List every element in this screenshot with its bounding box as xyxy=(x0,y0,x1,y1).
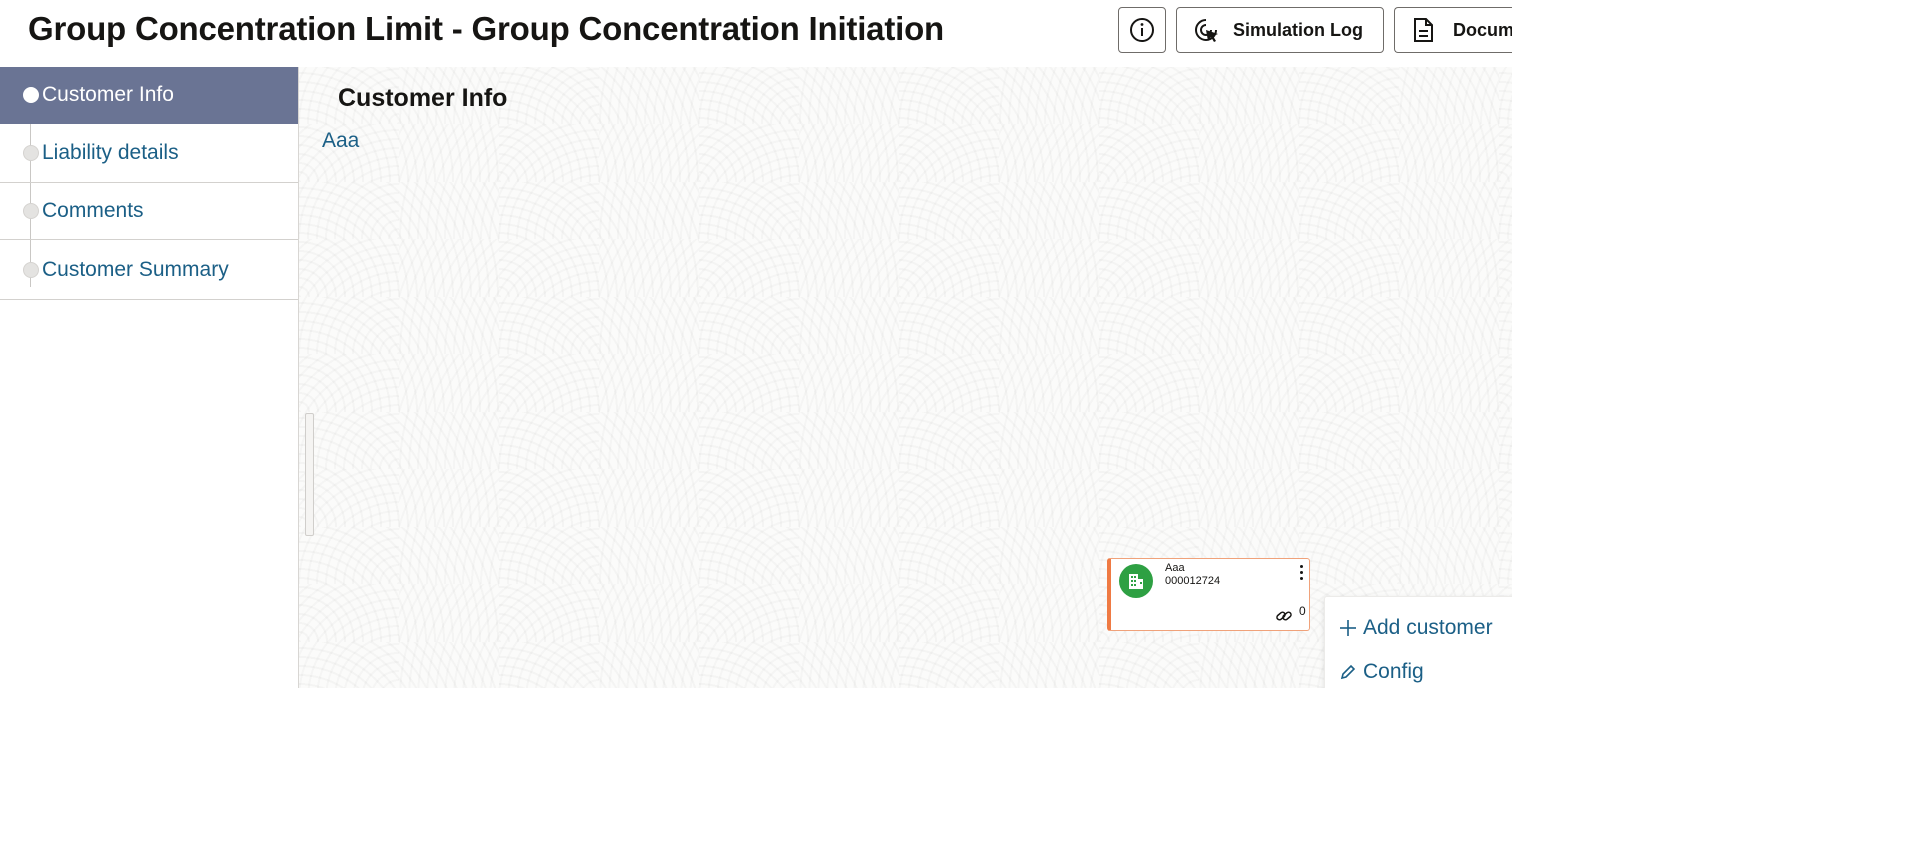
menu-item-label: Add customer xyxy=(1363,616,1493,639)
customer-name: Aaa xyxy=(1165,562,1185,574)
menu-item-label: Config xyxy=(1363,660,1424,683)
info-icon xyxy=(1127,15,1157,45)
simulation-log-label: Simulation Log xyxy=(1233,19,1363,40)
page-header: Group Concentration Limit - Group Concen… xyxy=(0,0,1512,67)
step-label: Comments xyxy=(42,199,144,222)
documents-button[interactable]: Docum xyxy=(1394,7,1512,53)
link-icon[interactable] xyxy=(1275,607,1293,625)
step-customer-summary[interactable]: Customer Summary xyxy=(0,240,298,300)
step-comments[interactable]: Comments xyxy=(0,183,298,240)
step-indicator-dot xyxy=(23,261,39,278)
add-customer-menu-item[interactable]: Add customer xyxy=(1337,613,1493,643)
step-customer-info[interactable]: Customer Info xyxy=(0,67,298,124)
card-context-menu: Add customer Config xyxy=(1324,596,1512,688)
cursor-click-icon xyxy=(1191,15,1221,45)
section-title: Customer Info xyxy=(338,84,508,112)
customer-card[interactable]: Aaa 000012724 0 xyxy=(1107,558,1310,631)
customer-id: 000012724 xyxy=(1165,575,1221,587)
main-content: Customer Info Aaa Aaa 000012724 0 Add cu… xyxy=(299,67,1512,688)
config-menu-item[interactable]: Config xyxy=(1337,657,1424,687)
simulation-log-button[interactable]: Simulation Log xyxy=(1176,7,1384,53)
tree-root-node[interactable]: Aaa xyxy=(322,129,359,153)
step-navigation: Customer Info Liability details Comments… xyxy=(0,67,299,688)
step-indicator-dot xyxy=(23,203,39,219)
panel-resize-handle[interactable] xyxy=(305,413,314,536)
step-label: Liability details xyxy=(42,141,179,164)
step-indicator-dot xyxy=(23,145,39,161)
step-label: Customer Summary xyxy=(42,257,229,281)
pencil-icon xyxy=(1337,661,1359,683)
page-title: Group Concentration Limit - Group Concen… xyxy=(28,10,945,47)
info-button[interactable] xyxy=(1118,7,1166,53)
link-count: 0 xyxy=(1299,604,1306,618)
document-icon xyxy=(1409,15,1439,45)
step-liability-details[interactable]: Liability details xyxy=(0,124,298,183)
building-icon xyxy=(1119,564,1153,598)
documents-label: Docum xyxy=(1453,19,1512,40)
plus-icon xyxy=(1337,617,1359,639)
step-label: Customer Info xyxy=(42,83,174,106)
step-indicator-dot xyxy=(23,87,39,103)
app-window: Group Concentration Limit - Group Concen… xyxy=(0,0,1512,688)
more-options-icon[interactable] xyxy=(1297,563,1305,581)
